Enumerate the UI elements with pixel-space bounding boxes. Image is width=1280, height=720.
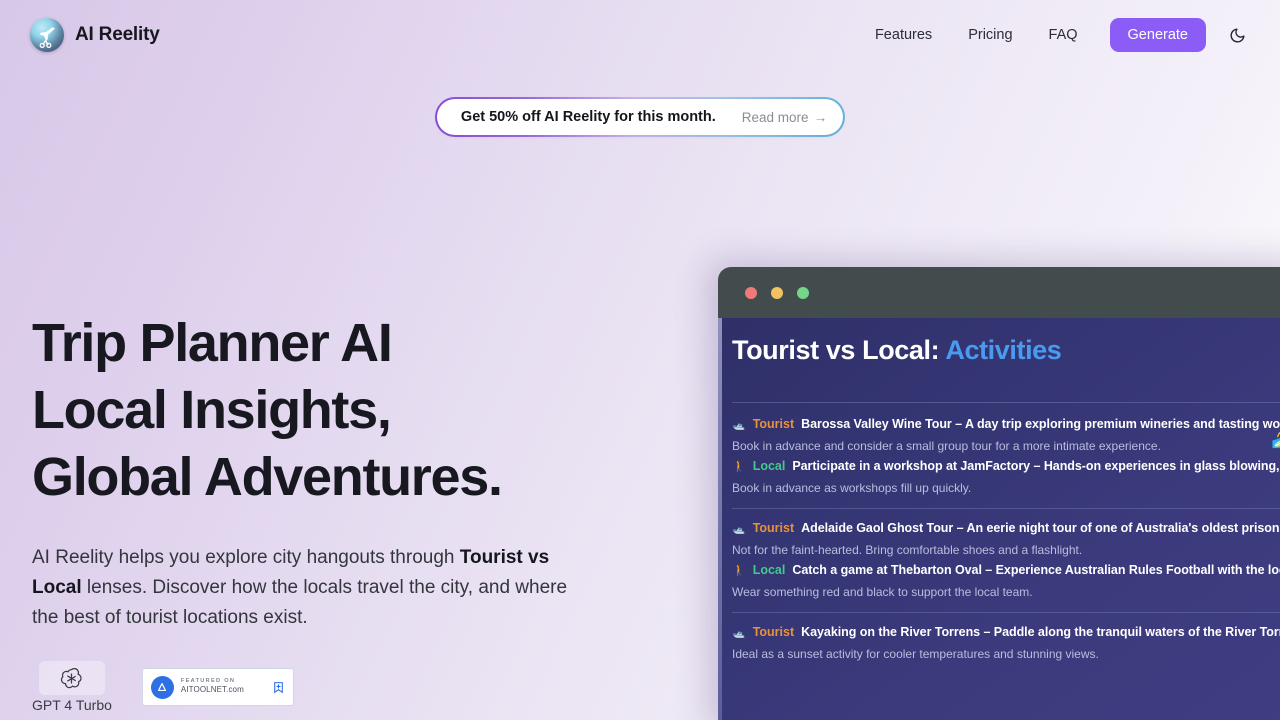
item-note: Not for the faint-hearted. Bring comfort… <box>732 543 1083 557</box>
preview-title-main: Tourist vs Local: <box>732 335 940 365</box>
list-item[interactable]: 🛥️ Tourist Kayaking on the River Torrens… <box>732 621 1280 663</box>
item-tag: Local <box>752 459 786 473</box>
item-note: Ideal as a sunset activity for cooler te… <box>732 647 1099 661</box>
tourist-icon: 🛥️ <box>732 419 746 431</box>
local-icon: 🚶 <box>732 461 746 473</box>
nav-item-features[interactable]: Features <box>857 19 950 51</box>
aitoolnet-featured-badge[interactable]: FEATURED ON AITOOLNET.com <box>141 668 294 706</box>
moon-icon[interactable] <box>1224 22 1250 48</box>
item-title: Barossa Valley Wine Tour – A day trip ex… <box>801 417 1280 431</box>
hero-section: Trip Planner AI Local Insights, Global A… <box>32 310 652 713</box>
promo-text: Get 50% off AI Reelity for this month. <box>460 109 716 125</box>
list-divider <box>732 612 1280 613</box>
item-note: Wear something red and black to support … <box>732 585 1033 599</box>
app-preview-window: Tourist vs Local: Activities 🏄 🛥️ Touris… <box>718 267 1280 720</box>
heading-line-1: Trip Planner AI <box>32 313 393 373</box>
aitoolnet-site-name: AITOOLNET.com <box>180 685 244 695</box>
generate-button[interactable]: Generate <box>1109 18 1206 52</box>
preview-title: Tourist vs Local: Activities <box>718 318 1280 366</box>
brand[interactable]: AI Reelity <box>30 18 160 52</box>
triangle-in-circle-icon <box>150 675 174 699</box>
panel-left-edge <box>718 318 722 720</box>
aitoolnet-tld: .com <box>226 685 244 695</box>
item-title: Catch a game at Thebarton Oval – Experie… <box>792 563 1280 577</box>
globe-airplane-icon <box>30 18 64 52</box>
read-more-label: Read more <box>741 109 809 125</box>
item-tag: Tourist <box>752 625 795 639</box>
item-tag: Tourist <box>752 521 795 535</box>
gpt-badge-label: GPT 4 Turbo <box>32 697 112 713</box>
nav-item-faq[interactable]: FAQ <box>1031 19 1096 51</box>
item-note: Book in advance and consider a small gro… <box>732 439 1161 453</box>
window-maximize-dot[interactable] <box>797 286 809 299</box>
hero-subtitle-part1: AI Reelity helps you explore city hangou… <box>32 547 460 568</box>
openai-logo-icon <box>38 661 105 695</box>
list-item[interactable]: 🚶 Local Catch a game at Thebarton Oval –… <box>732 559 1280 601</box>
nav-item-pricing[interactable]: Pricing <box>950 19 1030 51</box>
preview-content: Tourist vs Local: Activities 🏄 🛥️ Touris… <box>718 318 1280 720</box>
window-close-dot[interactable] <box>745 286 757 299</box>
badge-row: GPT 4 Turbo FEATURED ON AITOOLNET.com <box>32 661 652 713</box>
activity-list: 🛥️ Tourist Barossa Valley Wine Tour – A … <box>718 413 1280 663</box>
surfer-icon: 🏄 <box>1271 428 1280 448</box>
heading-line-3: Global Adventures. <box>32 447 503 507</box>
hero-subtitle: AI Reelity helps you explore city hangou… <box>32 543 592 633</box>
page-title: Trip Planner AI Local Insights, Global A… <box>32 310 652 511</box>
heading-line-2: Local Insights, <box>32 380 392 440</box>
bookmark-plus-icon[interactable] <box>272 681 285 694</box>
main-nav: Features Pricing FAQ Generate <box>857 18 1250 52</box>
window-titlebar <box>718 267 1280 318</box>
read-more-link[interactable]: Read more → <box>742 110 827 125</box>
item-tag: Tourist <box>752 417 795 431</box>
list-divider <box>732 508 1280 509</box>
list-item[interactable]: 🛥️ Tourist Adelaide Gaol Ghost Tour – An… <box>732 517 1280 559</box>
gpt-badge: GPT 4 Turbo <box>32 661 112 713</box>
list-item[interactable]: 🛥️ Tourist Barossa Valley Wine Tour – A … <box>732 413 1280 455</box>
promo-banner-wrapper: Get 50% off AI Reelity for this month. R… <box>0 97 1280 137</box>
item-title: Participate in a workshop at JamFactory … <box>792 459 1280 473</box>
item-note: Book in advance as workshops fill up qui… <box>732 481 972 495</box>
tourist-icon: 🛥️ <box>732 523 746 535</box>
item-tag: Local <box>752 563 786 577</box>
list-item[interactable]: 🚶 Local Participate in a workshop at Jam… <box>732 455 1280 497</box>
preview-title-accent: Activities <box>945 335 1062 365</box>
window-minimize-dot[interactable] <box>771 286 783 299</box>
promo-banner[interactable]: Get 50% off AI Reelity for this month. R… <box>435 97 845 137</box>
local-icon: 🚶 <box>732 565 746 577</box>
panel-header-divider <box>732 402 1280 403</box>
item-title: Kayaking on the River Torrens – Paddle a… <box>801 625 1280 639</box>
arrow-right-icon: → <box>813 109 828 125</box>
item-title: Adelaide Gaol Ghost Tour – An eerie nigh… <box>801 521 1280 535</box>
brand-name: AI Reelity <box>75 24 160 45</box>
site-header: AI Reelity Features Pricing FAQ Generate <box>0 0 1280 70</box>
tourist-icon: 🛥️ <box>732 627 746 639</box>
hero-subtitle-part2: lenses. Discover how the locals travel t… <box>32 577 568 628</box>
